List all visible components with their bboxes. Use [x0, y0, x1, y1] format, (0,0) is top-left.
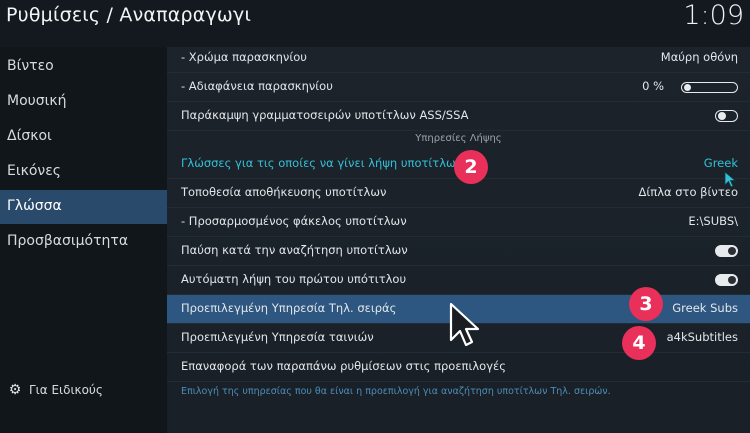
setting-value: Μαύρη οθόνη — [660, 50, 738, 64]
override-fonts-toggle[interactable] — [715, 110, 738, 122]
setting-value: 0 % — [642, 79, 664, 93]
opacity-slider[interactable] — [681, 82, 738, 93]
toggle-knob — [728, 276, 736, 284]
sidebar-item-label: Δίσκοι — [7, 128, 52, 144]
pause-on-search-toggle[interactable] — [715, 245, 738, 257]
setting-label: Αυτόματη λήψη του πρώτου υπότιτλου — [181, 272, 407, 286]
top-bar: Ρυθμίσεις / Αναπαραγωγι 1:09 — [0, 0, 750, 38]
setting-label: Παράκαμψη γραμματοσειρών υποτίτλων ASS/S… — [181, 108, 469, 122]
toggle-knob — [718, 112, 726, 120]
toggle-knob — [728, 247, 736, 255]
settings-panel: - Χρώμα παρασκηνίου Μαύρη οθόνη - Αδιαφά… — [167, 47, 750, 433]
setting-reset-defaults[interactable]: Επαναφορά των παραπάνω ρυθμίσεων στις πρ… — [167, 353, 750, 382]
section-header: Υπηρεσίες Λήψης — [415, 133, 502, 144]
mouse-pointer-icon — [449, 302, 480, 347]
sidebar-item-label: Μουσική — [7, 93, 67, 109]
sidebar-item-music[interactable]: Μουσική — [0, 85, 167, 119]
setting-bg-color[interactable]: - Χρώμα παρασκηνίου Μαύρη οθόνη — [167, 44, 750, 73]
setting-storage-location[interactable]: Τοποθεσία αποθήκευσης υποτίτλων Δίπλα στ… — [167, 179, 750, 208]
expert-settings-button[interactable]: ⚙ Για Ειδικούς — [7, 382, 103, 398]
setting-override-fonts[interactable]: Παράκαμψη γραμματοσειρών υποτίτλων ASS/S… — [167, 102, 750, 131]
setting-label: - Προσαρμοσμένος φάκελος υποτίτλων — [181, 214, 407, 228]
annotation-badge-4: 4 — [622, 326, 656, 360]
setting-label: Προεπιλεγμένη Υπηρεσία ταινιών — [181, 330, 374, 344]
setting-label: Γλώσσες για τις οποίες να γίνει λήψη υπο… — [181, 156, 463, 170]
sidebar-item-discs[interactable]: Δίσκοι — [0, 120, 167, 154]
sidebar-item-label: Γλώσσα — [7, 198, 62, 214]
setting-label: Προεπιλεγμένη Υπηρεσία Τηλ. σειράς — [181, 301, 397, 315]
setting-label: Τοποθεσία αποθήκευσης υποτίτλων — [181, 185, 387, 199]
setting-label: - Αδιαφάνεια παρασκηνίου — [181, 79, 333, 93]
annotation-badge-3: 3 — [629, 287, 663, 321]
expert-settings-label: Για Ειδικούς — [29, 383, 103, 397]
setting-label: - Χρώμα παρασκηνίου — [181, 50, 307, 64]
setting-description: Επιλογή της υπηρεσίας που θα είναι η προ… — [181, 386, 611, 397]
sidebar-item-video[interactable]: Βίντεο — [0, 50, 167, 84]
sidebar-item-language[interactable]: Γλώσσα — [0, 190, 167, 224]
setting-value: Greek Subs — [672, 301, 738, 315]
sidebar-item-label: Προσβασιμότητα — [7, 233, 129, 249]
setting-label: Επαναφορά των παραπάνω ρυθμίσεων στις πρ… — [181, 359, 506, 373]
small-pointer-icon — [724, 171, 737, 188]
setting-value: a4kSubtitles — [666, 330, 738, 344]
auto-download-toggle[interactable] — [715, 274, 738, 286]
sidebar-item-pictures[interactable]: Εικόνες — [0, 155, 167, 189]
sidebar-item-accessibility[interactable]: Προσβασιμότητα — [0, 225, 167, 259]
annotation-badge-2: 2 — [454, 150, 488, 184]
page-title: Ρυθμίσεις / Αναπαραγωγι — [6, 4, 252, 26]
setting-bg-opacity[interactable]: - Αδιαφάνεια παρασκηνίου 0 % — [167, 73, 750, 102]
setting-auto-download-first[interactable]: Αυτόματη λήψη του πρώτου υπότιτλου — [167, 266, 750, 295]
sidebar-item-label: Βίντεο — [7, 58, 54, 74]
sidebar: Βίντεο Μουσική Δίσκοι Εικόνες Γλώσσα Προ… — [0, 47, 167, 433]
gear-icon: ⚙ — [8, 382, 22, 398]
setting-value: E:\SUBS\ — [688, 214, 738, 228]
slider-knob[interactable] — [684, 84, 691, 91]
setting-custom-folder[interactable]: - Προσαρμοσμένος φάκελος υποτίτλων E:\SU… — [167, 208, 750, 237]
clock: 1:09 — [683, 0, 744, 31]
setting-pause-on-search[interactable]: Παύση κατά την αναζήτηση υποτίτλων — [167, 237, 750, 266]
setting-value: Greek — [703, 156, 738, 170]
setting-label: Παύση κατά την αναζήτηση υποτίτλων — [181, 243, 408, 257]
sidebar-item-label: Εικόνες — [7, 163, 62, 179]
